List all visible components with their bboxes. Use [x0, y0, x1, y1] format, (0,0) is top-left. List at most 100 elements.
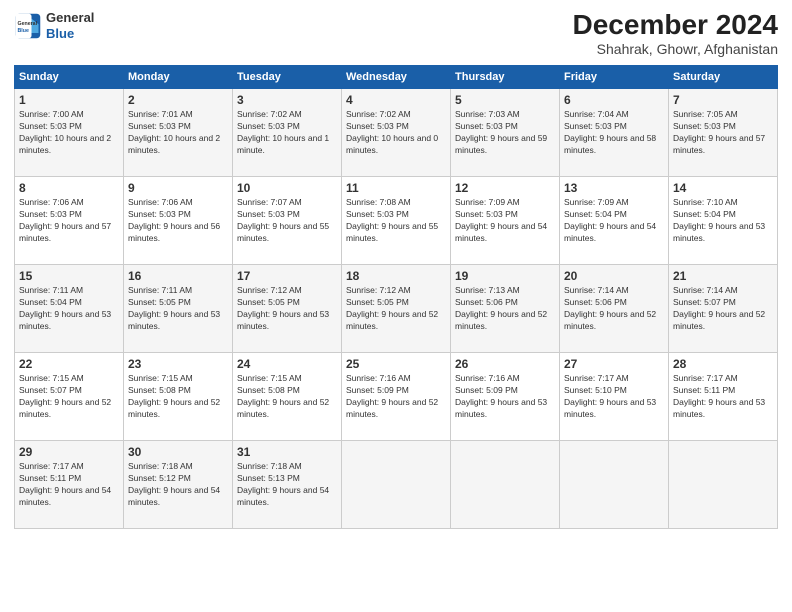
day-info: Sunrise: 7:17 AM Sunset: 5:11 PM Dayligh… [19, 461, 119, 509]
header: General Blue General Blue December 2024 … [14, 10, 778, 57]
table-row: 15 Sunrise: 7:11 AM Sunset: 5:04 PM Dayl… [15, 264, 124, 352]
day-info: Sunrise: 7:16 AM Sunset: 5:09 PM Dayligh… [346, 373, 446, 421]
page-title: December 2024 [573, 10, 778, 41]
day-number: 7 [673, 92, 773, 108]
day-info: Sunrise: 7:00 AM Sunset: 5:03 PM Dayligh… [19, 109, 119, 157]
day-info: Sunrise: 7:06 AM Sunset: 5:03 PM Dayligh… [128, 197, 228, 245]
day-number: 5 [455, 92, 555, 108]
day-number: 15 [19, 268, 119, 284]
day-info: Sunrise: 7:02 AM Sunset: 5:03 PM Dayligh… [346, 109, 446, 157]
table-row: 14 Sunrise: 7:10 AM Sunset: 5:04 PM Dayl… [669, 176, 778, 264]
table-row: 4 Sunrise: 7:02 AM Sunset: 5:03 PM Dayli… [342, 88, 451, 176]
calendar-week-2: 8 Sunrise: 7:06 AM Sunset: 5:03 PM Dayli… [15, 176, 778, 264]
day-info: Sunrise: 7:15 AM Sunset: 5:08 PM Dayligh… [237, 373, 337, 421]
page: General Blue General Blue December 2024 … [0, 0, 792, 612]
day-info: Sunrise: 7:02 AM Sunset: 5:03 PM Dayligh… [237, 109, 337, 157]
day-info: Sunrise: 7:16 AM Sunset: 5:09 PM Dayligh… [455, 373, 555, 421]
day-number: 26 [455, 356, 555, 372]
day-number: 31 [237, 444, 337, 460]
day-number: 13 [564, 180, 664, 196]
table-row: 24 Sunrise: 7:15 AM Sunset: 5:08 PM Dayl… [233, 352, 342, 440]
day-info: Sunrise: 7:13 AM Sunset: 5:06 PM Dayligh… [455, 285, 555, 333]
day-info: Sunrise: 7:04 AM Sunset: 5:03 PM Dayligh… [564, 109, 664, 157]
day-number: 29 [19, 444, 119, 460]
col-wednesday: Wednesday [342, 65, 451, 88]
calendar-table: Sunday Monday Tuesday Wednesday Thursday… [14, 65, 778, 529]
day-info: Sunrise: 7:11 AM Sunset: 5:04 PM Dayligh… [19, 285, 119, 333]
day-number: 18 [346, 268, 446, 284]
table-row: 13 Sunrise: 7:09 AM Sunset: 5:04 PM Dayl… [560, 176, 669, 264]
table-row: 21 Sunrise: 7:14 AM Sunset: 5:07 PM Dayl… [669, 264, 778, 352]
table-row: 6 Sunrise: 7:04 AM Sunset: 5:03 PM Dayli… [560, 88, 669, 176]
day-number: 27 [564, 356, 664, 372]
table-row: 28 Sunrise: 7:17 AM Sunset: 5:11 PM Dayl… [669, 352, 778, 440]
table-row: 1 Sunrise: 7:00 AM Sunset: 5:03 PM Dayli… [15, 88, 124, 176]
svg-text:General: General [18, 21, 38, 27]
day-number: 17 [237, 268, 337, 284]
day-info: Sunrise: 7:17 AM Sunset: 5:11 PM Dayligh… [673, 373, 773, 421]
table-row: 27 Sunrise: 7:17 AM Sunset: 5:10 PM Dayl… [560, 352, 669, 440]
col-friday: Friday [560, 65, 669, 88]
day-number: 16 [128, 268, 228, 284]
day-number: 14 [673, 180, 773, 196]
table-row: 30 Sunrise: 7:18 AM Sunset: 5:12 PM Dayl… [124, 440, 233, 528]
day-number: 28 [673, 356, 773, 372]
day-info: Sunrise: 7:14 AM Sunset: 5:06 PM Dayligh… [564, 285, 664, 333]
day-number: 9 [128, 180, 228, 196]
calendar-header: Sunday Monday Tuesday Wednesday Thursday… [15, 65, 778, 88]
day-info: Sunrise: 7:18 AM Sunset: 5:13 PM Dayligh… [237, 461, 337, 509]
table-row: 12 Sunrise: 7:09 AM Sunset: 5:03 PM Dayl… [451, 176, 560, 264]
day-number: 23 [128, 356, 228, 372]
day-info: Sunrise: 7:09 AM Sunset: 5:04 PM Dayligh… [564, 197, 664, 245]
table-row: 25 Sunrise: 7:16 AM Sunset: 5:09 PM Dayl… [342, 352, 451, 440]
day-number: 12 [455, 180, 555, 196]
day-info: Sunrise: 7:01 AM Sunset: 5:03 PM Dayligh… [128, 109, 228, 157]
table-row: 11 Sunrise: 7:08 AM Sunset: 5:03 PM Dayl… [342, 176, 451, 264]
day-info: Sunrise: 7:07 AM Sunset: 5:03 PM Dayligh… [237, 197, 337, 245]
table-row: 2 Sunrise: 7:01 AM Sunset: 5:03 PM Dayli… [124, 88, 233, 176]
table-row: 8 Sunrise: 7:06 AM Sunset: 5:03 PM Dayli… [15, 176, 124, 264]
day-info: Sunrise: 7:10 AM Sunset: 5:04 PM Dayligh… [673, 197, 773, 245]
logo-icon: General Blue [14, 12, 42, 40]
table-row: 26 Sunrise: 7:16 AM Sunset: 5:09 PM Dayl… [451, 352, 560, 440]
day-info: Sunrise: 7:05 AM Sunset: 5:03 PM Dayligh… [673, 109, 773, 157]
calendar-week-3: 15 Sunrise: 7:11 AM Sunset: 5:04 PM Dayl… [15, 264, 778, 352]
header-row: Sunday Monday Tuesday Wednesday Thursday… [15, 65, 778, 88]
day-number: 19 [455, 268, 555, 284]
svg-text:Blue: Blue [18, 28, 29, 34]
table-row: 3 Sunrise: 7:02 AM Sunset: 5:03 PM Dayli… [233, 88, 342, 176]
day-info: Sunrise: 7:06 AM Sunset: 5:03 PM Dayligh… [19, 197, 119, 245]
day-number: 8 [19, 180, 119, 196]
table-row: 29 Sunrise: 7:17 AM Sunset: 5:11 PM Dayl… [15, 440, 124, 528]
table-row: 20 Sunrise: 7:14 AM Sunset: 5:06 PM Dayl… [560, 264, 669, 352]
table-row: 10 Sunrise: 7:07 AM Sunset: 5:03 PM Dayl… [233, 176, 342, 264]
table-row: 17 Sunrise: 7:12 AM Sunset: 5:05 PM Dayl… [233, 264, 342, 352]
day-number: 30 [128, 444, 228, 460]
day-info: Sunrise: 7:03 AM Sunset: 5:03 PM Dayligh… [455, 109, 555, 157]
day-number: 2 [128, 92, 228, 108]
col-monday: Monday [124, 65, 233, 88]
day-number: 24 [237, 356, 337, 372]
day-number: 21 [673, 268, 773, 284]
table-row: 16 Sunrise: 7:11 AM Sunset: 5:05 PM Dayl… [124, 264, 233, 352]
table-row [342, 440, 451, 528]
page-subtitle: Shahrak, Ghowr, Afghanistan [573, 41, 778, 57]
day-info: Sunrise: 7:09 AM Sunset: 5:03 PM Dayligh… [455, 197, 555, 245]
table-row: 5 Sunrise: 7:03 AM Sunset: 5:03 PM Dayli… [451, 88, 560, 176]
title-block: December 2024 Shahrak, Ghowr, Afghanista… [573, 10, 778, 57]
day-info: Sunrise: 7:11 AM Sunset: 5:05 PM Dayligh… [128, 285, 228, 333]
table-row [669, 440, 778, 528]
calendar-week-5: 29 Sunrise: 7:17 AM Sunset: 5:11 PM Dayl… [15, 440, 778, 528]
table-row [451, 440, 560, 528]
col-saturday: Saturday [669, 65, 778, 88]
table-row: 31 Sunrise: 7:18 AM Sunset: 5:13 PM Dayl… [233, 440, 342, 528]
col-sunday: Sunday [15, 65, 124, 88]
day-number: 20 [564, 268, 664, 284]
day-info: Sunrise: 7:18 AM Sunset: 5:12 PM Dayligh… [128, 461, 228, 509]
day-number: 3 [237, 92, 337, 108]
day-info: Sunrise: 7:12 AM Sunset: 5:05 PM Dayligh… [346, 285, 446, 333]
day-number: 25 [346, 356, 446, 372]
day-info: Sunrise: 7:15 AM Sunset: 5:07 PM Dayligh… [19, 373, 119, 421]
calendar-week-4: 22 Sunrise: 7:15 AM Sunset: 5:07 PM Dayl… [15, 352, 778, 440]
day-info: Sunrise: 7:08 AM Sunset: 5:03 PM Dayligh… [346, 197, 446, 245]
